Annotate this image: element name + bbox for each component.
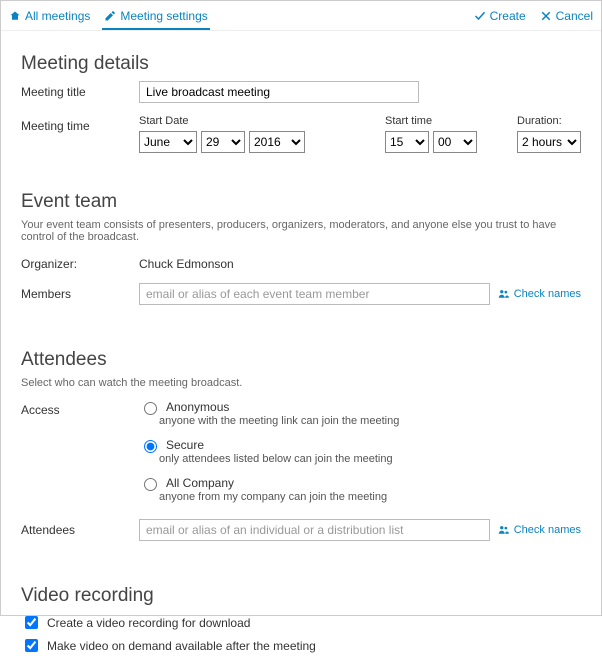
organizer-label: Organizer: [21, 253, 139, 271]
people-icon [498, 288, 510, 300]
meeting-details-heading: Meeting details [21, 53, 581, 75]
members-input[interactable] [139, 283, 490, 305]
access-anonymous-label: Anonymous [166, 400, 229, 414]
nav-all-meetings-label: All meetings [25, 9, 90, 23]
on-demand-label: Make video on demand available after the… [47, 639, 316, 653]
access-secure[interactable]: Secure [139, 437, 399, 453]
day-select[interactable]: 29 [201, 131, 245, 153]
access-all-company-radio[interactable] [144, 478, 157, 491]
nav-meeting-settings[interactable]: Meeting settings [104, 9, 207, 29]
create-button[interactable]: Create [474, 9, 526, 23]
access-secure-desc: only attendees listed below can join the… [159, 453, 399, 465]
event-team-helper: Your event team consists of presenters, … [21, 219, 581, 243]
create-recording-label: Create a video recording for download [47, 616, 250, 630]
access-all-company-label: All Company [166, 476, 234, 490]
access-label: Access [21, 399, 139, 417]
check-names-members[interactable]: Check names [498, 288, 581, 300]
home-icon [9, 10, 21, 22]
cancel-button[interactable]: Cancel [540, 9, 593, 23]
meeting-title-label: Meeting title [21, 81, 139, 99]
access-all-company[interactable]: All Company [139, 475, 399, 491]
create-label: Create [490, 9, 526, 23]
access-anonymous-desc: anyone with the meeting link can join th… [159, 415, 399, 427]
duration-select[interactable]: 2 hours [517, 131, 581, 153]
event-team-heading: Event team [21, 191, 581, 213]
attendees-input[interactable] [139, 519, 490, 541]
duration-label: Duration: [517, 115, 581, 127]
video-recording-heading: Video recording [21, 585, 581, 607]
start-time-label: Start time [385, 115, 477, 127]
attendees-helper: Select who can watch the meeting broadca… [21, 377, 581, 389]
month-select[interactable]: June [139, 131, 197, 153]
access-anonymous[interactable]: Anonymous [139, 399, 399, 415]
nav-all-meetings[interactable]: All meetings [9, 9, 90, 23]
members-label: Members [21, 283, 139, 301]
access-anonymous-radio[interactable] [144, 402, 157, 415]
meeting-title-input[interactable] [139, 81, 419, 103]
access-secure-radio[interactable] [144, 440, 157, 453]
cancel-label: Cancel [556, 9, 593, 23]
check-names-attendees-label: Check names [514, 524, 581, 536]
minute-select[interactable]: 00 [433, 131, 477, 153]
nav-meeting-settings-label: Meeting settings [120, 9, 207, 23]
pencil-icon [104, 10, 116, 22]
meeting-time-label: Meeting time [21, 115, 139, 133]
people-icon [498, 524, 510, 536]
create-recording-checkbox[interactable] [25, 616, 38, 629]
access-secure-label: Secure [166, 438, 204, 452]
hour-select[interactable]: 15 [385, 131, 429, 153]
attendees-heading: Attendees [21, 349, 581, 371]
check-icon [474, 10, 486, 22]
access-all-company-desc: anyone from my company can join the meet… [159, 491, 399, 503]
organizer-value: Chuck Edmonson [139, 253, 234, 271]
year-select[interactable]: 2016 [249, 131, 305, 153]
check-names-members-label: Check names [514, 288, 581, 300]
close-icon [540, 10, 552, 22]
on-demand-checkbox[interactable] [25, 639, 38, 652]
check-names-attendees[interactable]: Check names [498, 524, 581, 536]
attendees-field-label: Attendees [21, 519, 139, 537]
start-date-label: Start Date [139, 115, 305, 127]
